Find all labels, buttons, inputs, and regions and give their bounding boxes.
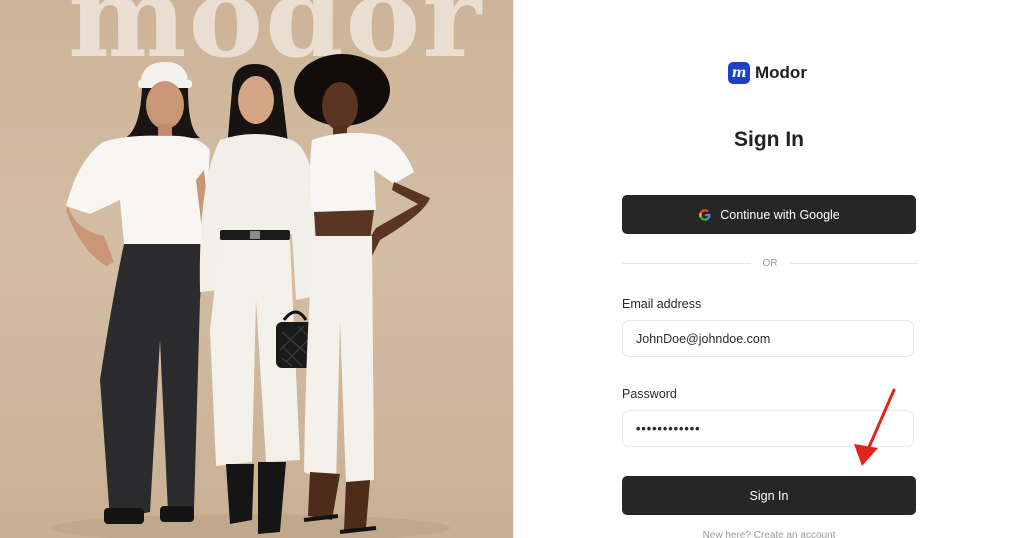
brand-name: Modor (755, 63, 807, 82)
brand-mark-icon: m (728, 62, 750, 84)
models-illustration (50, 54, 450, 538)
login-page: modor m Modor Sign In Continue with Goog… (0, 0, 1024, 538)
email-field[interactable]: JohnDoe@johndoe.com (622, 320, 914, 357)
google-button-label: Continue with Google (720, 207, 840, 222)
google-icon (699, 208, 711, 221)
model-right-figure (294, 54, 430, 534)
password-label: Password (622, 387, 677, 401)
model-middle-figure (199, 64, 320, 534)
email-field-value: JohnDoe@johndoe.com (636, 331, 771, 346)
model-left-figure (66, 62, 214, 524)
create-account-link[interactable]: New here? Create an account (514, 530, 1024, 538)
or-divider-line-right (789, 263, 918, 264)
brand-logo[interactable]: m Modor (728, 62, 807, 84)
continue-with-google-button[interactable]: Continue with Google (622, 195, 916, 234)
arrow-icon (854, 388, 896, 466)
sign-in-panel: m Modor Sign In Continue with Google OR … (514, 0, 1024, 538)
email-label: Email address (622, 297, 702, 311)
password-field-value: •••••••••••• (636, 421, 701, 436)
page-title: Sign In (734, 128, 804, 151)
or-divider-text: OR (762, 258, 778, 269)
hero-image: modor (0, 0, 513, 538)
or-divider: OR (622, 258, 918, 269)
sign-in-button[interactable]: Sign In (622, 476, 916, 515)
or-divider-line-left (622, 263, 751, 264)
sign-in-button-label: Sign In (749, 488, 789, 503)
